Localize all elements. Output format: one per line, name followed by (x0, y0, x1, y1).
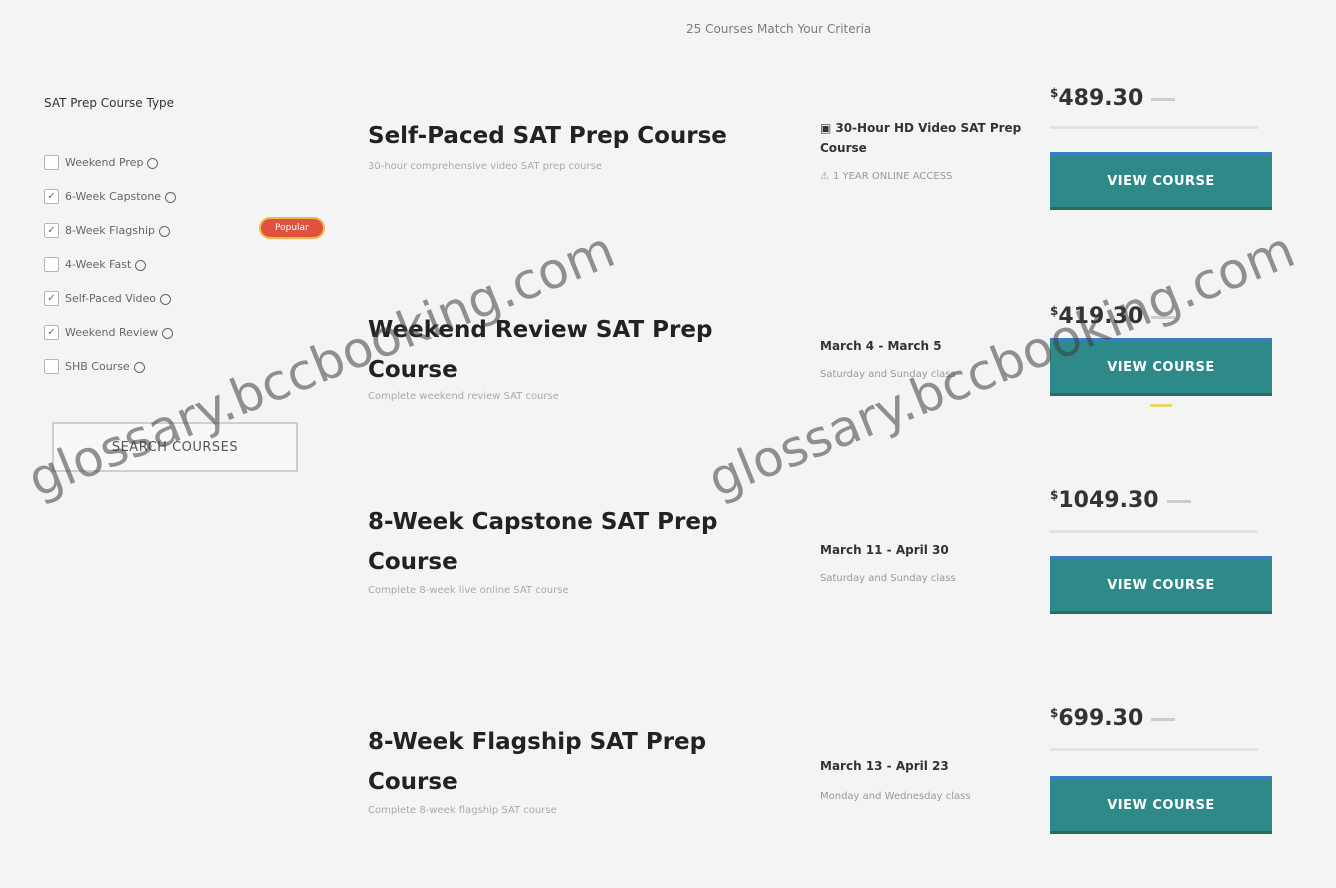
button-underline (1150, 404, 1172, 407)
course-sub-text: 1 YEAR ONLINE ACCESS (832, 171, 953, 182)
filter-option-6-week-capstone[interactable]: ✓ 6-Week Capstone (44, 188, 344, 205)
checkbox-weekend-review[interactable]: ✓ (44, 325, 59, 340)
price-note-bar (1151, 717, 1176, 721)
course-title[interactable]: Weekend Review SAT Prep Course (368, 310, 778, 390)
checkbox-self-paced-video[interactable]: ✓ (44, 291, 59, 306)
price-value: 419.30 (1058, 304, 1144, 329)
view-course-button[interactable]: VIEW COURSE (1050, 556, 1272, 614)
filter-option-label: Self-Paced Video (65, 292, 157, 305)
course-detail: March 11 - April 30 (820, 543, 949, 557)
search-courses-button[interactable]: SEARCH COURSES (52, 422, 298, 472)
filter-option-shb-course[interactable]: SHB Course (44, 358, 344, 375)
filter-option-label: 4-Week Fast (65, 258, 132, 271)
help-icon[interactable] (165, 192, 177, 203)
course-price: $699.30 (1050, 706, 1176, 731)
course-description: Complete 8-week live online SAT course (368, 585, 569, 596)
course-sub: Saturday and Sunday class (820, 369, 956, 380)
filter-option-label: SHB Course (65, 360, 130, 373)
course-description: Complete 8-week flagship SAT course (368, 805, 557, 816)
course-sub: ⚠ 1 YEAR ONLINE ACCESS (820, 170, 1040, 184)
checkbox-shb-course[interactable] (44, 359, 59, 374)
filter-option-4-week-fast[interactable]: 4-Week Fast (44, 256, 344, 273)
filter-option-8-week-flagship[interactable]: ✓ 8-Week Flagship Popular (44, 219, 344, 239)
checkbox-6-week-capstone[interactable]: ✓ (44, 189, 59, 204)
warning-icon: ⚠ (820, 171, 829, 182)
course-sub: Saturday and Sunday class (820, 573, 956, 584)
course-sub: Monday and Wednesday class (820, 791, 971, 802)
help-icon[interactable] (162, 328, 174, 339)
filter-option-weekend-review[interactable]: ✓ Weekend Review (44, 324, 344, 341)
help-icon[interactable] (135, 260, 147, 271)
view-course-button[interactable]: VIEW COURSE (1050, 776, 1272, 834)
course-detail: March 4 - March 5 (820, 339, 942, 353)
course-title[interactable]: 8-Week Capstone SAT Prep Course (368, 502, 778, 582)
filter-option-label: 6-Week Capstone (65, 190, 162, 203)
price-divider (1050, 748, 1258, 751)
checkbox-8-week-flagship[interactable]: ✓ (44, 223, 59, 238)
course-price: $1049.30 (1050, 488, 1191, 513)
filter-option-label: Weekend Review (65, 326, 159, 339)
checkbox-4-week-fast[interactable] (44, 257, 59, 272)
price-note-bar (1151, 315, 1176, 319)
course-price: $419.30 (1050, 304, 1176, 329)
course-detail: March 13 - April 23 (820, 759, 949, 773)
price-divider (1050, 530, 1258, 533)
filter-option-self-paced-video[interactable]: ✓ Self-Paced Video (44, 290, 344, 307)
course-card-8-week-flagship: 8-Week Flagship SAT Prep Course Complete… (0, 0, 1336, 834)
filter-option-label: 8-Week Flagship (65, 224, 156, 237)
help-icon[interactable] (160, 294, 172, 305)
course-title[interactable]: 8-Week Flagship SAT Prep Course (368, 722, 778, 802)
price-note-bar (1166, 499, 1191, 503)
help-icon[interactable] (133, 362, 145, 373)
popular-badge: Popular (261, 219, 323, 237)
course-description: Complete weekend review SAT course (368, 391, 559, 402)
price-value: 699.30 (1058, 706, 1144, 731)
price-value: 1049.30 (1058, 488, 1159, 513)
help-icon[interactable] (159, 226, 171, 237)
view-course-button[interactable]: VIEW COURSE (1050, 338, 1272, 396)
